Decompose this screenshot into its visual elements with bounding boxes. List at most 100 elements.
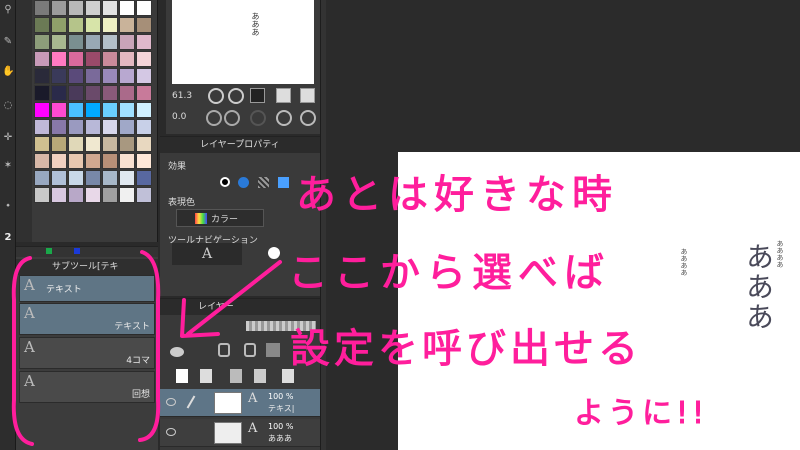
color-swatch[interactable] xyxy=(51,51,67,67)
color-swatch[interactable] xyxy=(51,119,67,135)
subtool-item-kaisou[interactable]: A 回想 xyxy=(19,371,155,403)
lock-icon[interactable] xyxy=(218,343,230,357)
color-swatch[interactable] xyxy=(34,0,50,16)
color-swatch[interactable] xyxy=(102,153,118,169)
reset-rotate-icon[interactable] xyxy=(250,110,266,126)
color-swatch[interactable] xyxy=(136,170,152,186)
color-swatch[interactable] xyxy=(85,68,101,84)
color-swatch[interactable] xyxy=(34,85,50,101)
pen-tool-icon[interactable]: ⬩ xyxy=(2,200,14,212)
color-swatch[interactable] xyxy=(51,68,67,84)
color-swatch[interactable] xyxy=(85,187,101,203)
color-swatch[interactable] xyxy=(102,170,118,186)
color-swatch[interactable] xyxy=(136,102,152,118)
color-swatch[interactable] xyxy=(68,153,84,169)
color-swatch[interactable] xyxy=(68,136,84,152)
color-swatch[interactable] xyxy=(136,153,152,169)
color-swatch[interactable] xyxy=(119,51,135,67)
color-swatch[interactable] xyxy=(85,51,101,67)
color-swatch[interactable] xyxy=(68,119,84,135)
color-swatch[interactable] xyxy=(119,102,135,118)
color-swatch[interactable] xyxy=(85,34,101,50)
color-swatch[interactable] xyxy=(68,170,84,186)
eye-icon[interactable] xyxy=(166,398,176,406)
flip-vertical-icon[interactable] xyxy=(300,88,315,103)
zoom-out-icon[interactable] xyxy=(208,88,224,104)
color-swatch[interactable] xyxy=(85,0,101,16)
color-swatch[interactable] xyxy=(68,34,84,50)
rotate-flip-2-icon[interactable] xyxy=(300,110,316,126)
subtool-item-text-2[interactable]: A テキスト xyxy=(19,303,155,335)
new-vector-layer-icon[interactable] xyxy=(200,369,212,383)
color-swatch[interactable] xyxy=(102,119,118,135)
color-swatch[interactable] xyxy=(102,17,118,33)
color-swatch[interactable] xyxy=(34,119,50,135)
color-swatch[interactable] xyxy=(34,102,50,118)
lock-transparent-icon[interactable] xyxy=(244,343,256,357)
color-swatch[interactable] xyxy=(102,102,118,118)
color-swatch[interactable] xyxy=(34,34,50,50)
color-swatch[interactable] xyxy=(85,102,101,118)
color-swatch[interactable] xyxy=(68,187,84,203)
color-swatch[interactable] xyxy=(119,0,135,16)
zoom-in-icon[interactable] xyxy=(228,88,244,104)
color-swatch[interactable] xyxy=(51,0,67,16)
color-swatch[interactable] xyxy=(119,68,135,84)
color-swatch[interactable] xyxy=(51,170,67,186)
clip-icon[interactable] xyxy=(266,343,280,357)
blend-icon[interactable] xyxy=(170,347,184,357)
color-swatch[interactable] xyxy=(51,136,67,152)
color-swatch[interactable] xyxy=(68,51,84,67)
layer-row[interactable]: A 100 % テキス| xyxy=(160,389,320,417)
color-swatch[interactable] xyxy=(102,187,118,203)
color-swatch[interactable] xyxy=(51,17,67,33)
color-swatch[interactable] xyxy=(68,17,84,33)
color-swatch[interactable] xyxy=(68,85,84,101)
effect-none-icon[interactable] xyxy=(220,177,230,187)
color-swatch[interactable] xyxy=(119,153,135,169)
color-swatch[interactable] xyxy=(51,34,67,50)
color-swatch[interactable] xyxy=(136,0,152,16)
fit-icon[interactable] xyxy=(250,88,265,103)
color-swatch[interactable] xyxy=(119,34,135,50)
hand-icon[interactable]: ✋ xyxy=(2,66,14,78)
rotate-flip-icon[interactable] xyxy=(276,110,292,126)
color-swatch[interactable] xyxy=(119,187,135,203)
tool-navigation-button[interactable]: A xyxy=(172,243,242,265)
flip-horizontal-icon[interactable] xyxy=(276,88,291,103)
eye-icon[interactable] xyxy=(166,428,176,436)
color-swatch[interactable] xyxy=(119,119,135,135)
color-swatch[interactable] xyxy=(34,153,50,169)
color-swatch[interactable] xyxy=(136,51,152,67)
expression-color-select[interactable]: カラー xyxy=(176,209,264,227)
color-swatch[interactable] xyxy=(34,136,50,152)
color-swatch[interactable] xyxy=(34,17,50,33)
color-swatch[interactable] xyxy=(68,0,84,16)
lasso-icon[interactable]: ◌ xyxy=(2,100,14,112)
color-swatch[interactable] xyxy=(136,68,152,84)
color-swatch[interactable] xyxy=(136,34,152,50)
eyedropper-icon[interactable]: ✎ xyxy=(2,36,14,48)
tab-layer[interactable]: レイヤー xyxy=(160,299,320,315)
color-swatch[interactable] xyxy=(51,187,67,203)
color-swatch[interactable] xyxy=(102,136,118,152)
effect-border-icon[interactable] xyxy=(238,177,249,188)
color-swatch[interactable] xyxy=(34,187,50,203)
transfer-icon[interactable] xyxy=(254,369,266,383)
move-icon[interactable]: ✛ xyxy=(2,132,14,144)
color-swatch[interactable] xyxy=(136,187,152,203)
color-swatch[interactable] xyxy=(119,136,135,152)
rotate-left-icon[interactable] xyxy=(206,110,222,126)
navigator-preview[interactable]: あああ xyxy=(172,0,314,84)
subtool-item-text[interactable]: A テキスト xyxy=(19,275,155,302)
color-swatch[interactable] xyxy=(34,68,50,84)
color-swatch[interactable] xyxy=(68,102,84,118)
color-swatch[interactable] xyxy=(136,136,152,152)
color-swatch[interactable] xyxy=(51,153,67,169)
color-swatch[interactable] xyxy=(34,170,50,186)
color-swatch[interactable] xyxy=(51,102,67,118)
color-swatch[interactable] xyxy=(34,51,50,67)
color-swatch[interactable] xyxy=(102,85,118,101)
panel-splitter[interactable] xyxy=(320,0,326,450)
color-swatch[interactable] xyxy=(85,136,101,152)
